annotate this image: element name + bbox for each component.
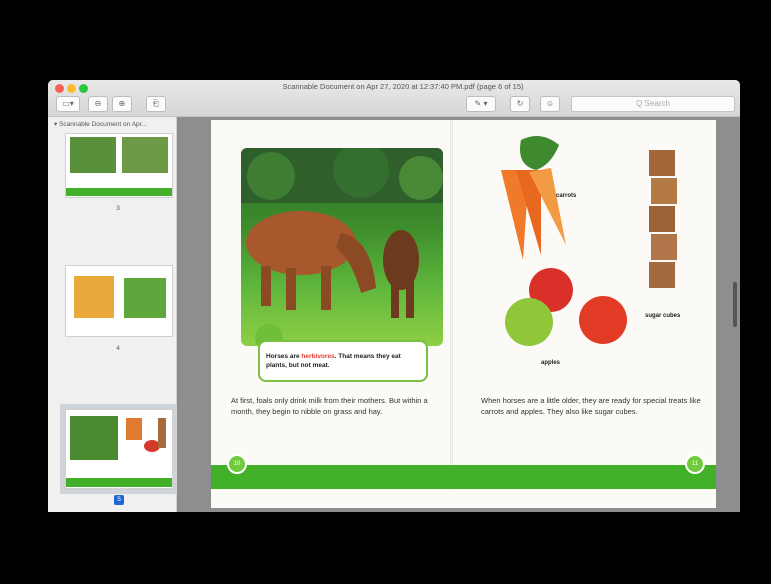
horse-illustration	[241, 148, 443, 318]
page-thumbnail-3[interactable]	[65, 133, 173, 198]
preview-window: Scannable Document on Apr 27, 2020 at 12…	[48, 80, 740, 512]
minimize-button[interactable]	[67, 84, 76, 93]
sugar-cubes-label: sugar cubes	[645, 313, 681, 319]
sidebar-toggle-button[interactable]: ▭▾	[56, 96, 80, 112]
sidebar-document-title[interactable]: ▾ Scannable Document on Apr...	[54, 120, 147, 128]
rotate-button[interactable]: ↻	[510, 96, 530, 112]
zoom-out-button[interactable]: ⊖	[88, 96, 108, 112]
callout-highlight: herbivores	[301, 353, 335, 360]
search-input[interactable]: Q Search	[571, 96, 735, 112]
page-number-4: 4	[116, 345, 120, 352]
document-view[interactable]: Horses are herbivores. That means they e…	[177, 117, 740, 512]
treats-illustration	[501, 136, 677, 346]
page-spread: Horses are herbivores. That means they e…	[211, 120, 716, 508]
right-page-text: When horses are a little older, they are…	[481, 396, 701, 416]
zoom-in-button[interactable]: ⊕	[112, 96, 132, 112]
herbivores-callout: Horses are herbivores. That means they e…	[258, 340, 428, 382]
zoom-button[interactable]	[79, 84, 88, 93]
horse-photo	[241, 148, 443, 346]
markup-button[interactable]: ✎ ▾	[466, 96, 496, 112]
right-page-number: 11	[685, 454, 705, 474]
close-button[interactable]	[55, 84, 64, 93]
thumbnail-sidebar: ▾ Scannable Document on Apr... 3 4 5	[48, 117, 177, 512]
apples-label: apples	[541, 360, 561, 366]
page-thumbnail-5[interactable]	[65, 409, 173, 489]
window-title: Scannable Document on Apr 27, 2020 at 12…	[282, 82, 524, 91]
title-bar: Scannable Document on Apr 27, 2020 at 12…	[48, 80, 740, 117]
callout-prefix: Horses are	[266, 353, 302, 360]
left-page-number: 10	[227, 454, 247, 474]
annotate-button[interactable]: ☺	[540, 96, 560, 112]
page-number-3: 3	[116, 205, 120, 212]
book-gutter	[450, 120, 453, 490]
vertical-scrollbar[interactable]	[733, 282, 737, 327]
page-number-5[interactable]: 5	[114, 495, 124, 505]
page-thumbnail-4[interactable]	[65, 265, 173, 337]
page-footer-band	[211, 465, 716, 489]
carrots-label: carrots	[556, 193, 577, 199]
left-page-text: At first, foals only drink milk from the…	[231, 396, 428, 416]
share-button[interactable]: ⎗	[146, 96, 166, 112]
